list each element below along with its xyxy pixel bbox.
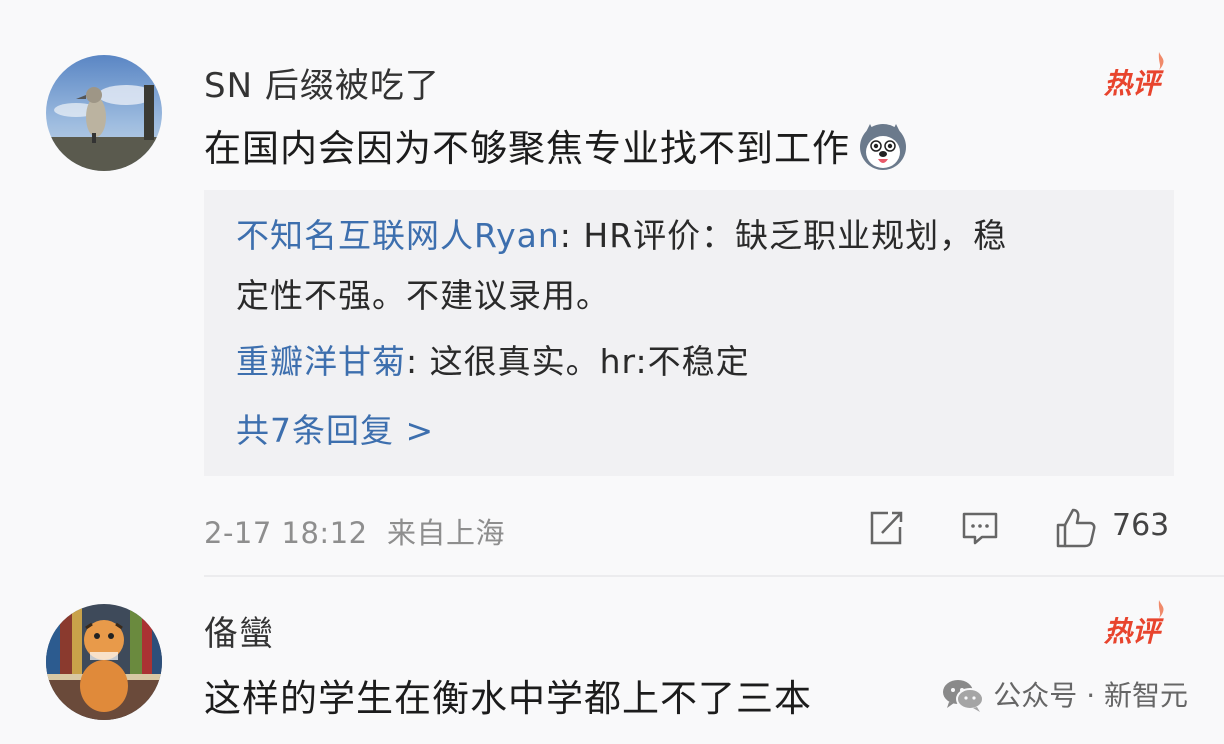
reply-text: : 这很真实。hr:不稳定 — [406, 342, 750, 381]
flame-icon — [1158, 600, 1164, 618]
avatar[interactable] — [46, 55, 162, 171]
comment-location: 来自上海 — [387, 516, 506, 550]
comment-meta: 2-17 18:12 来自上海 — [204, 510, 505, 552]
comment-body: 在国内会因为不够聚焦专业找不到工作 — [204, 127, 850, 170]
username[interactable]: SN 后缀被吃了 — [204, 58, 440, 107]
reply-text-continued: 定性不强。不建议录用。 — [236, 276, 610, 315]
avatar[interactable] — [46, 604, 162, 720]
watermark-text: 公众号 · 新智元 — [993, 679, 1188, 712]
reply-author[interactable]: 重瓣洋甘菊 — [236, 342, 406, 381]
username[interactable]: 俻蠻 — [204, 606, 274, 655]
watermark: 公众号 · 新智元 — [941, 674, 1188, 715]
hot-badge-label: 热评 — [1104, 615, 1161, 648]
reply-item: 不知名互联网人Ryan: HR评价：缺乏职业规划，稳 定性不强。不建议录用。 — [236, 206, 1007, 326]
wechat-icon — [943, 680, 985, 712]
reply-preview-box[interactable]: 不知名互联网人Ryan: HR评价：缺乏职业规划，稳 定性不强。不建议录用。 重… — [204, 190, 1174, 476]
reply-text: : HR评价：缺乏职业规划，稳 — [559, 216, 1008, 255]
hot-comment-badge: 热评 — [1104, 52, 1164, 102]
hot-comment-badge: 热评 — [1104, 600, 1164, 650]
reply-author[interactable]: 不知名互联网人Ryan — [236, 216, 560, 255]
hot-badge-label: 热评 — [1104, 67, 1161, 100]
reply-item: 重瓣洋甘菊: 这很真实。hr:不稳定 — [236, 332, 750, 392]
comment-text: 这样的学生在衡水中学都上不了三本 — [204, 677, 812, 720]
comment-text: 在国内会因为不够聚焦专业找不到工作 — [204, 118, 908, 176]
like-count: 763 — [1112, 508, 1170, 543]
divider — [204, 575, 1224, 577]
share-icon[interactable] — [866, 508, 906, 548]
flame-icon — [1158, 52, 1164, 70]
like-icon[interactable] — [1054, 506, 1098, 550]
comment-date: 2-17 18:12 — [204, 516, 368, 550]
comment-icon[interactable] — [960, 508, 1000, 548]
view-all-replies-link[interactable]: 共7条回复 > — [236, 404, 434, 452]
husky-emoji-icon — [860, 123, 906, 170]
